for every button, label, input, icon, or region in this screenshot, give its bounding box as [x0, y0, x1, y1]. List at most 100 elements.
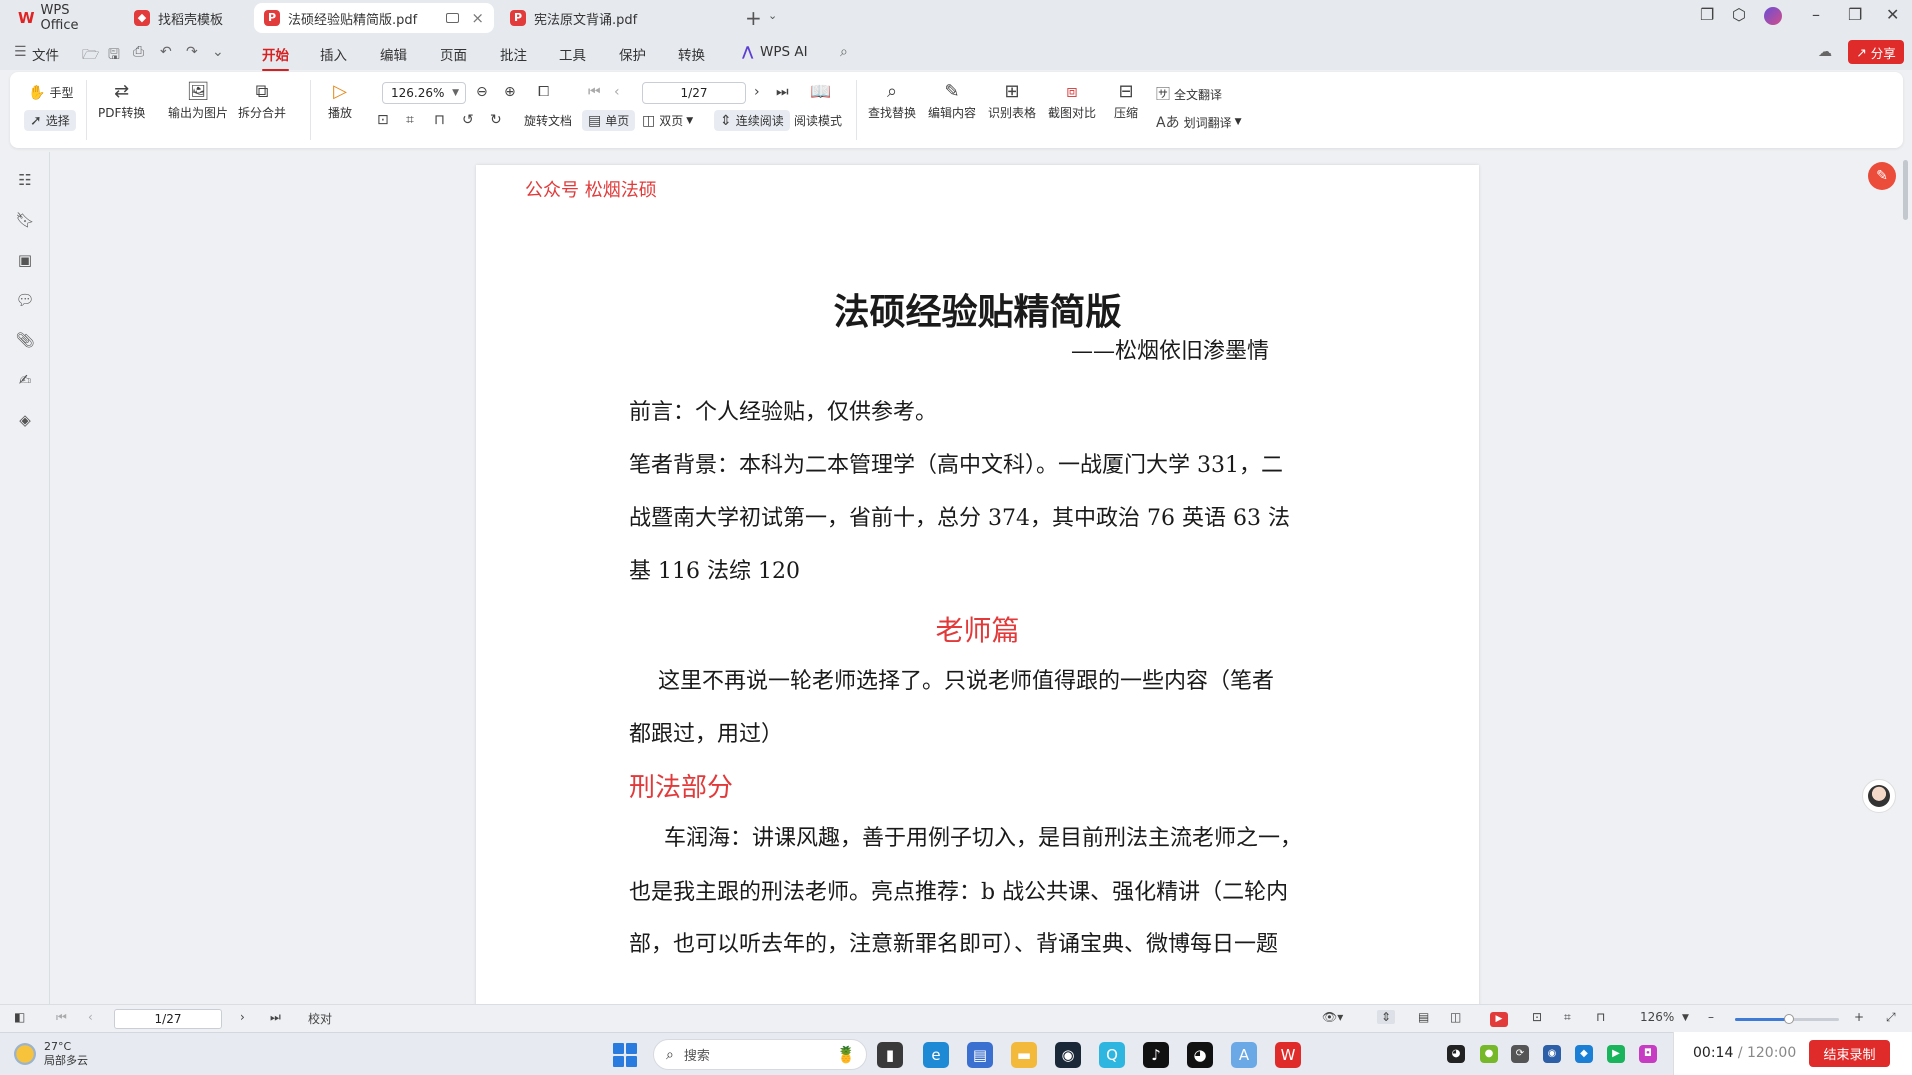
last-page-icon[interactable]: ⏭ [270, 1010, 281, 1025]
compress-button[interactable]: ⊟ 压缩 [1114, 78, 1138, 121]
open-folder-icon[interactable]: 🗁 [82, 44, 99, 68]
first-page-icon[interactable]: ⏮ [588, 84, 605, 100]
edge-browser-icon[interactable]: e [923, 1042, 949, 1068]
weather-widget[interactable]: 27°C 局部多云 [14, 1040, 88, 1068]
recorder-tray-icon[interactable]: ◘ [1639, 1045, 1657, 1063]
redo-icon[interactable]: ↷ [186, 44, 198, 60]
wps-office-icon[interactable]: W [1275, 1042, 1301, 1068]
fullscreen-fit-icon[interactable]: ⌗ [1564, 1010, 1571, 1025]
windows-start-icon[interactable] [613, 1043, 637, 1067]
translator-icon[interactable]: A [1231, 1042, 1257, 1068]
menu-annotate[interactable]: 批注 [500, 44, 527, 64]
eye-protection-icon[interactable]: 👁︎▾ [1322, 1010, 1343, 1024]
menu-protect[interactable]: 保护 [619, 44, 646, 64]
rotate-right-icon[interactable]: ↻ [490, 112, 506, 128]
fit-width-icon[interactable]: ⊓ [434, 112, 449, 128]
layers-icon[interactable]: ◈ [15, 410, 35, 430]
continuous-view-icon[interactable]: ⇕ [1377, 1010, 1396, 1024]
pdf-convert-button[interactable]: ⇄ PDF转换 [98, 78, 145, 121]
menu-file[interactable]: 文件 [32, 44, 59, 64]
zoom-in-icon[interactable]: ⊕ [504, 84, 520, 100]
file-explorer-icon[interactable]: ▬ [1011, 1042, 1037, 1068]
rotate-left-icon[interactable]: ↺ [462, 112, 478, 128]
close-tab-icon[interactable]: × [471, 9, 484, 27]
bookmark-icon[interactable]: 🔖︎ [15, 210, 35, 230]
proofread-button[interactable]: 校对 [308, 1010, 332, 1027]
close-window-icon[interactable]: ✕ [1886, 5, 1899, 24]
undo-icon[interactable]: ↶ [160, 44, 172, 60]
attachment-icon[interactable]: 📎︎ [15, 330, 35, 350]
document-viewport[interactable]: 公众号 松烟法硕 法硕经验贴精简版 ——松烟依旧渗墨情 前言：个人经验贴，仅供参… [51, 152, 1899, 1004]
qq-tray-icon[interactable]: ◕ [1447, 1045, 1465, 1063]
split-merge-button[interactable]: ⧉ 拆分合并 [238, 78, 286, 121]
menu-page[interactable]: 页面 [440, 44, 467, 64]
more-chevron-icon[interactable]: ⌄ [212, 44, 224, 60]
signature-icon[interactable]: ✍︎ [15, 370, 35, 390]
fullscreen-icon[interactable]: ⤢ [1886, 1010, 1896, 1025]
chevron-down-icon[interactable]: ▼ [1682, 1013, 1689, 1023]
monitor-icon[interactable] [446, 13, 460, 23]
quickshare-icon[interactable]: Q [1099, 1042, 1125, 1068]
next-page-icon[interactable]: › [240, 1010, 245, 1024]
prev-page-icon[interactable]: ‹ [614, 84, 624, 100]
end-recording-button[interactable]: 结束录制 [1809, 1040, 1890, 1067]
menu-edit[interactable]: 编辑 [380, 44, 407, 64]
continuous-read-button[interactable]: ⇕ 连续阅读 [714, 110, 790, 131]
zoom-out-icon[interactable]: – [1708, 1010, 1714, 1024]
export-image-button[interactable]: 🖼 输出为图片 [168, 78, 228, 121]
play-slideshow-icon[interactable]: ▶ [1490, 1012, 1508, 1027]
steam-icon[interactable]: ◉ [1055, 1042, 1081, 1068]
cube-icon[interactable]: ⬡ [1732, 5, 1746, 24]
word-translate-button[interactable]: Aあ 划词翻译 ▼ [1156, 112, 1242, 132]
task-view-icon[interactable]: ▮ [877, 1042, 903, 1068]
menu-insert[interactable]: 插入 [320, 44, 347, 64]
security-tray-icon[interactable]: ● [1480, 1045, 1498, 1063]
window-layout-icon[interactable]: ❐ [1700, 5, 1714, 24]
recognize-table-button[interactable]: ⊞ 识别表格 [988, 78, 1036, 121]
page-number-input[interactable]: 1/27 [642, 82, 746, 104]
menu-tools[interactable]: 工具 [559, 44, 586, 64]
select-tool-button[interactable]: ➚ 选择 [24, 110, 76, 131]
tab-constitution-pdf[interactable]: P 宪法原文背诵.pdf [500, 3, 736, 33]
status-page-input[interactable]: 1/27 [114, 1009, 222, 1029]
screenshot-compare-button[interactable]: ⧈ 截图对比 [1048, 78, 1096, 121]
reading-book-icon[interactable]: 📖 [810, 82, 835, 102]
comment-icon[interactable]: 💬︎ [15, 290, 35, 310]
new-tab-icon[interactable]: + [745, 6, 762, 30]
print-icon[interactable]: ⎙ [133, 44, 144, 60]
fit-page-icon[interactable]: ⌗ [406, 112, 418, 128]
hamburger-icon[interactable]: ☰ [14, 44, 27, 60]
last-page-icon[interactable]: ⏭ [776, 84, 793, 100]
status-zoom-value[interactable]: 126% [1640, 1010, 1674, 1024]
outline-icon[interactable]: ☷ [15, 170, 35, 190]
zoom-slider-knob[interactable] [1784, 1014, 1795, 1024]
assistant-avatar[interactable] [1862, 779, 1896, 813]
find-replace-button[interactable]: ⌕ 查找替换 [868, 78, 916, 121]
single-view-icon[interactable]: ▤ [1418, 1010, 1429, 1024]
next-page-icon[interactable]: › [754, 84, 764, 100]
menu-start[interactable]: 开始 [262, 44, 289, 71]
vertical-scrollbar[interactable] [1903, 160, 1908, 220]
zoom-select[interactable]: 126.26% ▼ [382, 82, 466, 104]
sync-tray-icon[interactable]: ⟳ [1511, 1045, 1529, 1063]
chevron-down-icon[interactable]: ⌄ [768, 9, 777, 22]
restore-icon[interactable]: ❐ [1848, 5, 1862, 24]
prev-page-icon[interactable]: ‹ [88, 1010, 93, 1024]
qq-penguin-icon[interactable]: ◕ [1187, 1042, 1213, 1068]
toggle-sidebar-icon[interactable]: ◧ [14, 1010, 25, 1024]
taskbar-search[interactable]: ⌕ 搜索 🍍 [653, 1039, 867, 1070]
steam-tray-icon[interactable]: ◉ [1543, 1045, 1561, 1063]
save-icon[interactable]: 🖫 [108, 44, 120, 68]
search-icon[interactable]: ⌕ [840, 44, 848, 60]
share-button[interactable]: ↗ 分享 [1848, 40, 1904, 64]
play-tray-icon[interactable]: ▶ [1607, 1045, 1625, 1063]
zoom-in-icon[interactable]: + [1854, 1010, 1864, 1024]
tiktok-icon[interactable]: ♪ [1143, 1042, 1169, 1068]
cloud-upload-icon[interactable]: ☁ [1818, 44, 1832, 60]
rotate-document-button[interactable]: 旋转文档 [524, 112, 572, 129]
user-avatar[interactable] [1764, 7, 1782, 25]
first-page-icon[interactable]: ⏮ [56, 1010, 67, 1025]
tab-current-pdf[interactable]: P 法硕经验贴精简版.pdf × [254, 3, 494, 33]
zoom-out-icon[interactable]: ⊖ [476, 84, 492, 100]
hand-tool-button[interactable]: ✋ 手型 [28, 84, 73, 101]
